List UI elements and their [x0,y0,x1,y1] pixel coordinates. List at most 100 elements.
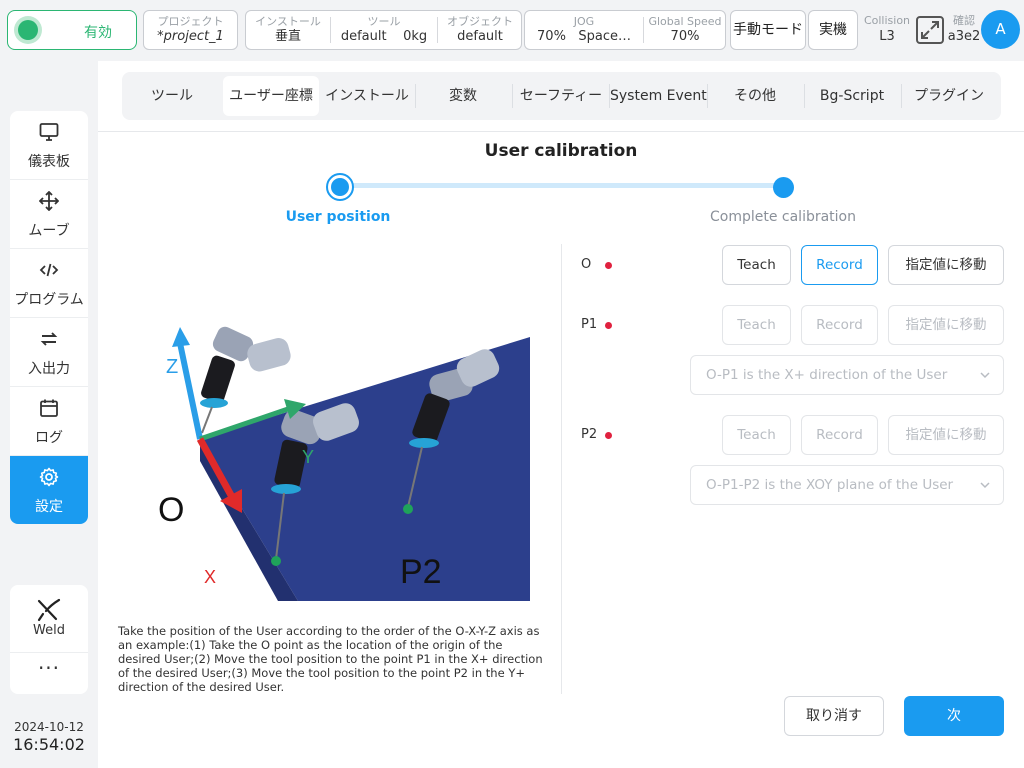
point-p2-record-button[interactable]: Record [801,415,878,455]
jog-cell: JOG 70% Space… [525,11,643,49]
point-p2-label: P2 [400,553,442,591]
project-cell: プロジェクト *project_1 [144,11,237,49]
step-complete-marker [773,177,794,198]
instructions-text: Take the position of the User according … [118,624,543,694]
weld-button[interactable]: Weld [10,585,88,653]
confirm-value: a3e2 [947,29,981,44]
point-p1-label: P1 [246,599,288,603]
more-button[interactable]: ··· [10,653,88,694]
next-button[interactable]: 次 [904,696,1004,736]
io-icon [40,332,58,346]
point-o-label: O [581,257,592,272]
monitor-icon [39,123,59,141]
code-icon [39,263,59,277]
point-p1-label: P1 [581,317,598,332]
calibration-illustration: Z Y X O P1 P2 [158,326,530,603]
p1-direction-select[interactable]: O-P1 is the X+ direction of the User [690,355,1004,395]
install-value: 垂直 [274,29,301,44]
project-value: *project_1 [157,29,224,44]
header-divider [98,131,1024,132]
time-text: 16:54:02 [13,735,85,754]
separator [415,84,416,108]
point-o-status-icon [605,262,612,269]
calendar-icon [40,399,58,417]
sidebar-item-io[interactable]: 入出力 [10,318,88,387]
tab-other[interactable]: その他 [708,76,802,116]
object-key: オブジェクト [447,15,513,28]
point-p2-teach-button[interactable]: Teach [722,415,791,455]
sidebar-item-label: 儀表板 [28,154,70,170]
separator [512,84,513,108]
collision-level[interactable]: Collision L3 [862,14,912,46]
tab-tool[interactable]: ツール [126,76,218,116]
tab-variables[interactable]: 変数 [417,76,509,116]
gear-icon [39,467,59,487]
axis-z-label: Z [166,356,178,378]
point-p1-status-icon [605,322,612,329]
tool-value: default [340,29,387,44]
global-speed-key: Global Speed [648,15,722,28]
step-complete-label: Complete calibration [709,209,856,225]
point-o-move-button[interactable]: 指定値に移動 [888,245,1004,285]
sidebar-item-log[interactable]: ログ [10,387,88,456]
tab-install[interactable]: インストール [321,76,413,116]
p2-plane-select[interactable]: O-P1-P2 is the XOY plane of the User [690,465,1004,505]
manual-mode-button[interactable]: 手動モード [730,10,806,50]
sidebar-item-settings[interactable]: 設定 [10,456,88,524]
object-value: default [457,29,503,44]
tab-safety[interactable]: セーフティー [514,76,608,116]
real-machine-button[interactable]: 実機 [808,10,858,50]
confirm-key: 確認 [953,14,975,27]
point-o-teach-button[interactable]: Teach [722,245,791,285]
user-avatar[interactable]: A [981,10,1020,49]
project-box[interactable]: プロジェクト *project_1 [143,10,238,50]
chevron-down-icon [980,372,990,379]
tab-plugin[interactable]: プラグイン [902,76,996,116]
sidebar-item-label: ムーブ [28,223,70,239]
point-o-record-button[interactable]: Record [801,245,878,285]
jog-speed-box[interactable]: JOG 70% Space… Global Speed 70% [524,10,726,50]
point-p2-move-button[interactable]: 指定値に移動 [888,415,1004,455]
enable-toggle-button[interactable]: 有効 [7,10,137,50]
stepper-track [340,183,783,188]
tab-system-event[interactable]: System Event [610,76,707,116]
step-user-position-label: User position [285,209,391,225]
chevron-down-icon [980,482,990,489]
point-p1-teach-button[interactable]: Teach [722,305,791,345]
install-cell: インストール 垂直 [246,11,330,49]
sidebar-item-label: 設定 [35,499,63,515]
tab-bg-script[interactable]: Bg-Script [805,76,899,116]
point-p1-move-button[interactable]: 指定値に移動 [888,305,1004,345]
install-tool-object-box[interactable]: インストール 垂直 ツール default 0kg オブジェクト default [245,10,522,50]
date-text: 2024-10-12 [14,720,84,734]
point-p2-label: P2 [581,427,598,442]
confirm-code[interactable]: 確認 a3e2 [946,14,982,46]
p2-plane-value: O-P1-P2 is the XOY plane of the User [706,477,954,493]
point-p1-record-button[interactable]: Record [801,305,878,345]
global-speed-cell: Global Speed 70% [644,11,726,49]
cancel-button[interactable]: 取り消す [784,696,884,736]
move-icon [39,191,59,211]
sidebar-item-move[interactable]: ムーブ [10,180,88,249]
tool-cell: ツール default 0kg [331,11,437,49]
axis-y-label: Y [302,447,314,467]
install-key: インストール [255,15,321,28]
vertical-divider [561,244,562,694]
point-p1-marker [271,556,281,566]
jog-value-row: 70% Space… [525,29,643,45]
tool-value-row: default 0kg [331,29,437,45]
object-cell: オブジェクト default [438,11,522,49]
jog-key: JOG [573,15,595,28]
expand-icon[interactable] [916,16,944,44]
axis-x-label: X [204,567,216,587]
sidebar-item-dashboard[interactable]: 儀表板 [10,111,88,180]
tab-user-coordinates[interactable]: ユーザー座標 [223,76,319,116]
point-p2-marker [403,504,413,514]
datetime: 2024-10-12 16:54:02 [6,720,92,755]
sidebar-item-program[interactable]: プログラム [10,249,88,318]
point-p2-status-icon [605,432,612,439]
page-title: User calibration [484,141,638,161]
global-speed-value: 70% [670,29,700,44]
weld-torch-icon [37,598,61,622]
enable-label: 有効 [84,25,112,41]
